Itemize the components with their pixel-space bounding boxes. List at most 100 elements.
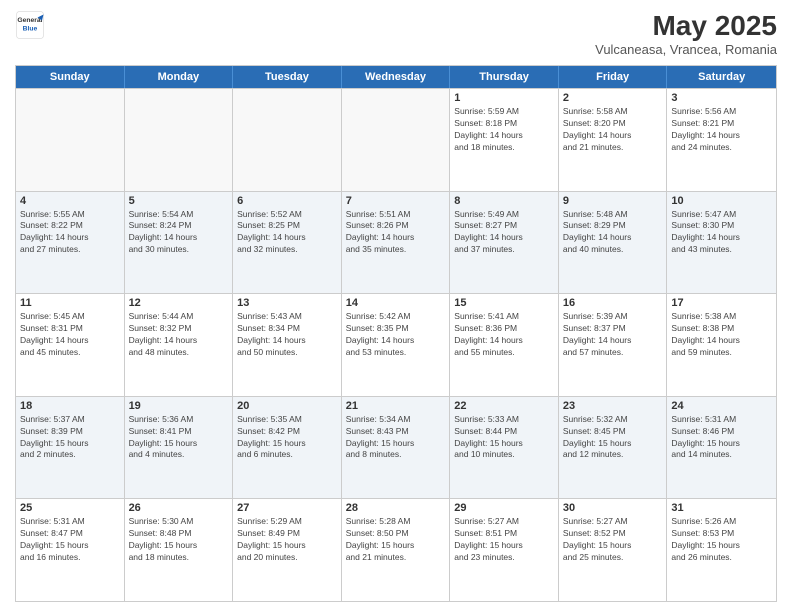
- day-number: 21: [346, 400, 446, 412]
- day-info: Sunrise: 5:36 AM Sunset: 8:41 PM Dayligh…: [129, 414, 229, 462]
- day-cell-4: 4 Sunrise: 5:55 AM Sunset: 8:22 PM Daylig…: [16, 192, 125, 294]
- day-info: Sunrise: 5:49 AM Sunset: 8:27 PM Dayligh…: [454, 209, 554, 257]
- day-info: Sunrise: 5:58 AM Sunset: 8:20 PM Dayligh…: [563, 106, 663, 154]
- day-cell-7: 7 Sunrise: 5:51 AM Sunset: 8:26 PM Daylig…: [342, 192, 451, 294]
- day-number: 26: [129, 502, 229, 514]
- day-number: 2: [563, 92, 663, 104]
- header: General Blue May 2025 Vulcaneasa, Vrance…: [15, 10, 777, 57]
- day-number: 4: [20, 195, 120, 207]
- day-number: 20: [237, 400, 337, 412]
- calendar-row-0: 1Sunrise: 5:59 AM Sunset: 8:18 PM Daylig…: [16, 88, 776, 191]
- day-number: 10: [671, 195, 772, 207]
- empty-cell: [125, 89, 234, 191]
- day-cell-9: 9Sunrise: 5:48 AM Sunset: 8:29 PM Daylig…: [559, 192, 668, 294]
- day-cell-12: 12 Sunrise: 5:44 AM Sunset: 8:32 PM Dayli…: [125, 294, 234, 396]
- day-cell-19: 19 Sunrise: 5:36 AM Sunset: 8:41 PM Dayli…: [125, 397, 234, 499]
- day-number: 19: [129, 400, 229, 412]
- day-cell-15: 15Sunrise: 5:41 AM Sunset: 8:36 PM Dayli…: [450, 294, 559, 396]
- day-cell-21: 21 Sunrise: 5:34 AM Sunset: 8:43 PM Dayli…: [342, 397, 451, 499]
- day-number: 30: [563, 502, 663, 514]
- day-info: Sunrise: 5:27 AM Sunset: 8:52 PM Dayligh…: [563, 516, 663, 564]
- svg-text:Blue: Blue: [23, 25, 38, 32]
- day-cell-10: 10 Sunrise: 5:47 AM Sunset: 8:30 PM Dayli…: [667, 192, 776, 294]
- day-cell-8: 8 Sunrise: 5:49 AM Sunset: 8:27 PM Daylig…: [450, 192, 559, 294]
- day-number: 29: [454, 502, 554, 514]
- day-cell-23: 23 Sunrise: 5:32 AM Sunset: 8:45 PM Dayli…: [559, 397, 668, 499]
- day-cell-29: 29 Sunrise: 5:27 AM Sunset: 8:51 PM Dayli…: [450, 499, 559, 601]
- day-cell-20: 20 Sunrise: 5:35 AM Sunset: 8:42 PM Dayli…: [233, 397, 342, 499]
- day-cell-1: 1Sunrise: 5:59 AM Sunset: 8:18 PM Daylig…: [450, 89, 559, 191]
- day-cell-27: 27 Sunrise: 5:29 AM Sunset: 8:49 PM Dayli…: [233, 499, 342, 601]
- page: General Blue May 2025 Vulcaneasa, Vrance…: [0, 0, 792, 612]
- day-info: Sunrise: 5:27 AM Sunset: 8:51 PM Dayligh…: [454, 516, 554, 564]
- day-info: Sunrise: 5:51 AM Sunset: 8:26 PM Dayligh…: [346, 209, 446, 257]
- day-number: 5: [129, 195, 229, 207]
- header-day-monday: Monday: [125, 66, 234, 88]
- header-day-wednesday: Wednesday: [342, 66, 451, 88]
- day-info: Sunrise: 5:32 AM Sunset: 8:45 PM Dayligh…: [563, 414, 663, 462]
- day-number: 7: [346, 195, 446, 207]
- day-info: Sunrise: 5:31 AM Sunset: 8:47 PM Dayligh…: [20, 516, 120, 564]
- day-info: Sunrise: 5:43 AM Sunset: 8:34 PM Dayligh…: [237, 311, 337, 359]
- empty-cell: [233, 89, 342, 191]
- subtitle: Vulcaneasa, Vrancea, Romania: [595, 42, 777, 57]
- calendar-row-2: 11Sunrise: 5:45 AM Sunset: 8:31 PM Dayli…: [16, 293, 776, 396]
- header-day-friday: Friday: [559, 66, 668, 88]
- calendar-row-4: 25 Sunrise: 5:31 AM Sunset: 8:47 PM Dayli…: [16, 498, 776, 601]
- calendar: SundayMondayTuesdayWednesdayThursdayFrid…: [15, 65, 777, 602]
- header-day-sunday: Sunday: [16, 66, 125, 88]
- day-info: Sunrise: 5:55 AM Sunset: 8:22 PM Dayligh…: [20, 209, 120, 257]
- day-number: 18: [20, 400, 120, 412]
- day-number: 16: [563, 297, 663, 309]
- day-number: 11: [20, 297, 120, 309]
- header-day-tuesday: Tuesday: [233, 66, 342, 88]
- day-info: Sunrise: 5:47 AM Sunset: 8:30 PM Dayligh…: [671, 209, 772, 257]
- day-number: 6: [237, 195, 337, 207]
- day-info: Sunrise: 5:33 AM Sunset: 8:44 PM Dayligh…: [454, 414, 554, 462]
- day-number: 14: [346, 297, 446, 309]
- logo-icon: General Blue: [15, 10, 45, 40]
- logo: General Blue: [15, 10, 45, 40]
- day-number: 15: [454, 297, 554, 309]
- day-info: Sunrise: 5:37 AM Sunset: 8:39 PM Dayligh…: [20, 414, 120, 462]
- day-info: Sunrise: 5:35 AM Sunset: 8:42 PM Dayligh…: [237, 414, 337, 462]
- day-cell-31: 31 Sunrise: 5:26 AM Sunset: 8:53 PM Dayli…: [667, 499, 776, 601]
- day-number: 31: [671, 502, 772, 514]
- day-info: Sunrise: 5:29 AM Sunset: 8:49 PM Dayligh…: [237, 516, 337, 564]
- calendar-row-3: 18 Sunrise: 5:37 AM Sunset: 8:39 PM Dayli…: [16, 396, 776, 499]
- day-info: Sunrise: 5:44 AM Sunset: 8:32 PM Dayligh…: [129, 311, 229, 359]
- day-info: Sunrise: 5:28 AM Sunset: 8:50 PM Dayligh…: [346, 516, 446, 564]
- month-title: May 2025: [595, 10, 777, 42]
- day-number: 17: [671, 297, 772, 309]
- day-cell-25: 25 Sunrise: 5:31 AM Sunset: 8:47 PM Dayli…: [16, 499, 125, 601]
- day-info: Sunrise: 5:39 AM Sunset: 8:37 PM Dayligh…: [563, 311, 663, 359]
- day-number: 9: [563, 195, 663, 207]
- day-cell-26: 26Sunrise: 5:30 AM Sunset: 8:48 PM Dayli…: [125, 499, 234, 601]
- calendar-body: 1Sunrise: 5:59 AM Sunset: 8:18 PM Daylig…: [16, 88, 776, 601]
- day-number: 27: [237, 502, 337, 514]
- day-number: 8: [454, 195, 554, 207]
- day-number: 23: [563, 400, 663, 412]
- day-number: 22: [454, 400, 554, 412]
- day-cell-16: 16 Sunrise: 5:39 AM Sunset: 8:37 PM Dayli…: [559, 294, 668, 396]
- day-cell-24: 24Sunrise: 5:31 AM Sunset: 8:46 PM Dayli…: [667, 397, 776, 499]
- day-cell-22: 22 Sunrise: 5:33 AM Sunset: 8:44 PM Dayli…: [450, 397, 559, 499]
- day-info: Sunrise: 5:59 AM Sunset: 8:18 PM Dayligh…: [454, 106, 554, 154]
- day-info: Sunrise: 5:26 AM Sunset: 8:53 PM Dayligh…: [671, 516, 772, 564]
- day-cell-18: 18 Sunrise: 5:37 AM Sunset: 8:39 PM Dayli…: [16, 397, 125, 499]
- day-cell-13: 13Sunrise: 5:43 AM Sunset: 8:34 PM Dayli…: [233, 294, 342, 396]
- day-number: 3: [671, 92, 772, 104]
- day-cell-11: 11Sunrise: 5:45 AM Sunset: 8:31 PM Dayli…: [16, 294, 125, 396]
- day-info: Sunrise: 5:34 AM Sunset: 8:43 PM Dayligh…: [346, 414, 446, 462]
- title-block: May 2025 Vulcaneasa, Vrancea, Romania: [595, 10, 777, 57]
- empty-cell: [16, 89, 125, 191]
- day-number: 24: [671, 400, 772, 412]
- day-info: Sunrise: 5:42 AM Sunset: 8:35 PM Dayligh…: [346, 311, 446, 359]
- header-day-thursday: Thursday: [450, 66, 559, 88]
- day-number: 12: [129, 297, 229, 309]
- day-cell-3: 3Sunrise: 5:56 AM Sunset: 8:21 PM Daylig…: [667, 89, 776, 191]
- day-number: 25: [20, 502, 120, 514]
- day-cell-17: 17Sunrise: 5:38 AM Sunset: 8:38 PM Dayli…: [667, 294, 776, 396]
- header-day-saturday: Saturday: [667, 66, 776, 88]
- day-cell-30: 30 Sunrise: 5:27 AM Sunset: 8:52 PM Dayli…: [559, 499, 668, 601]
